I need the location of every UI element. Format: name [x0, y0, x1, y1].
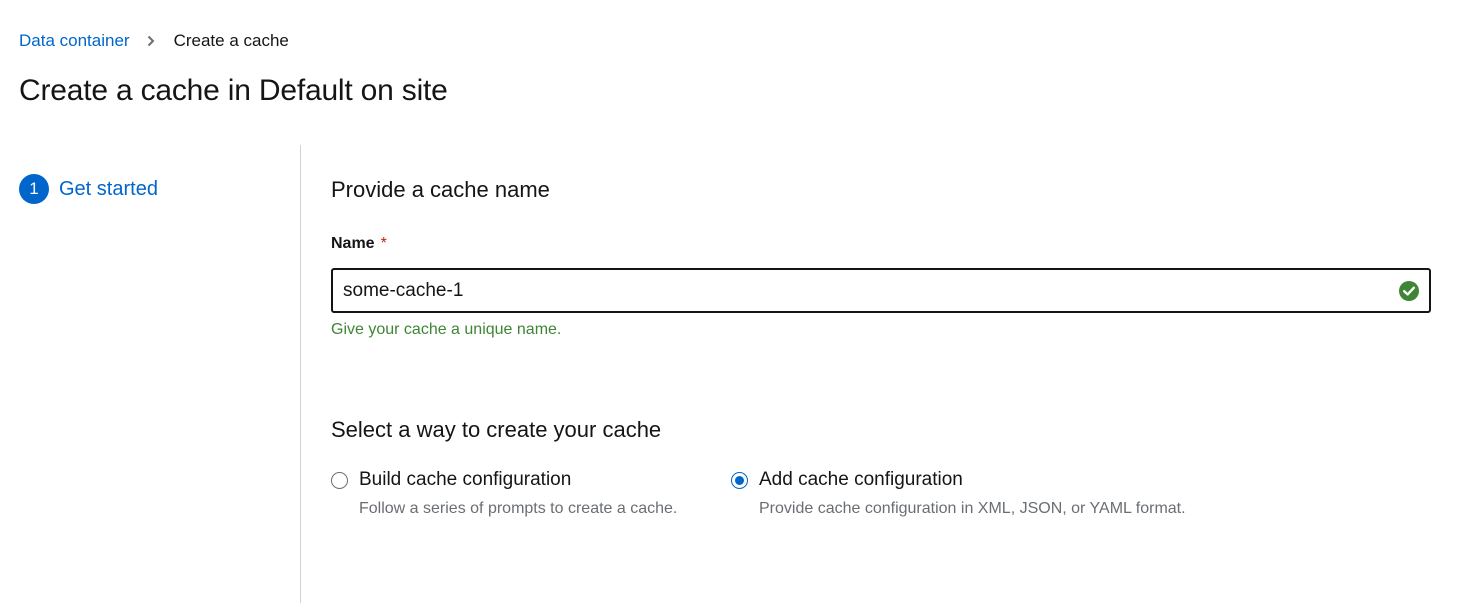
name-helper-text: Give your cache a unique name.: [331, 321, 562, 338]
step-number-badge: 1: [19, 174, 49, 204]
cache-name-input[interactable]: [343, 279, 1399, 302]
wizard-nav: 1 Get started: [19, 174, 289, 204]
add-config-radio[interactable]: [731, 471, 748, 489]
check-circle-icon: [1399, 280, 1419, 301]
breadcrumb-data-container-link[interactable]: Data container: [19, 31, 130, 51]
method-section-title: Select a way to create your cache: [331, 417, 662, 442]
create-cache-page: Data container Create a cache Create a c…: [0, 0, 1458, 603]
page-title: Create a cache in Default on site: [19, 74, 448, 107]
build-config-radio-row[interactable]: Build cache configuration: [331, 469, 677, 491]
wizard-step-get-started[interactable]: 1 Get started: [19, 174, 289, 204]
name-field-label: Name *: [331, 235, 387, 253]
build-config-option: Build cache configuration Follow a serie…: [331, 469, 677, 518]
radio-selected-dot: [735, 475, 744, 485]
add-config-radio-row[interactable]: Add cache configuration: [731, 469, 1186, 491]
cache-name-field: [331, 268, 1431, 313]
add-config-label[interactable]: Add cache configuration: [759, 469, 963, 491]
name-section-title: Provide a cache name: [331, 177, 550, 202]
add-config-description: Provide cache configuration in XML, JSON…: [759, 500, 1186, 517]
breadcrumb-current: Create a cache: [173, 31, 289, 50]
breadcrumb: Data container Create a cache: [19, 30, 289, 52]
chevron-right-icon: [140, 30, 162, 52]
step-label: Get started: [59, 177, 158, 200]
build-config-label[interactable]: Build cache configuration: [359, 469, 571, 491]
build-config-radio[interactable]: [331, 471, 348, 489]
required-marker: *: [380, 235, 387, 252]
build-config-description: Follow a series of prompts to create a c…: [359, 500, 678, 517]
add-config-option: Add cache configuration Provide cache co…: [731, 469, 1186, 518]
wizard-divider: [300, 145, 301, 603]
name-label-text: Name: [331, 235, 375, 252]
